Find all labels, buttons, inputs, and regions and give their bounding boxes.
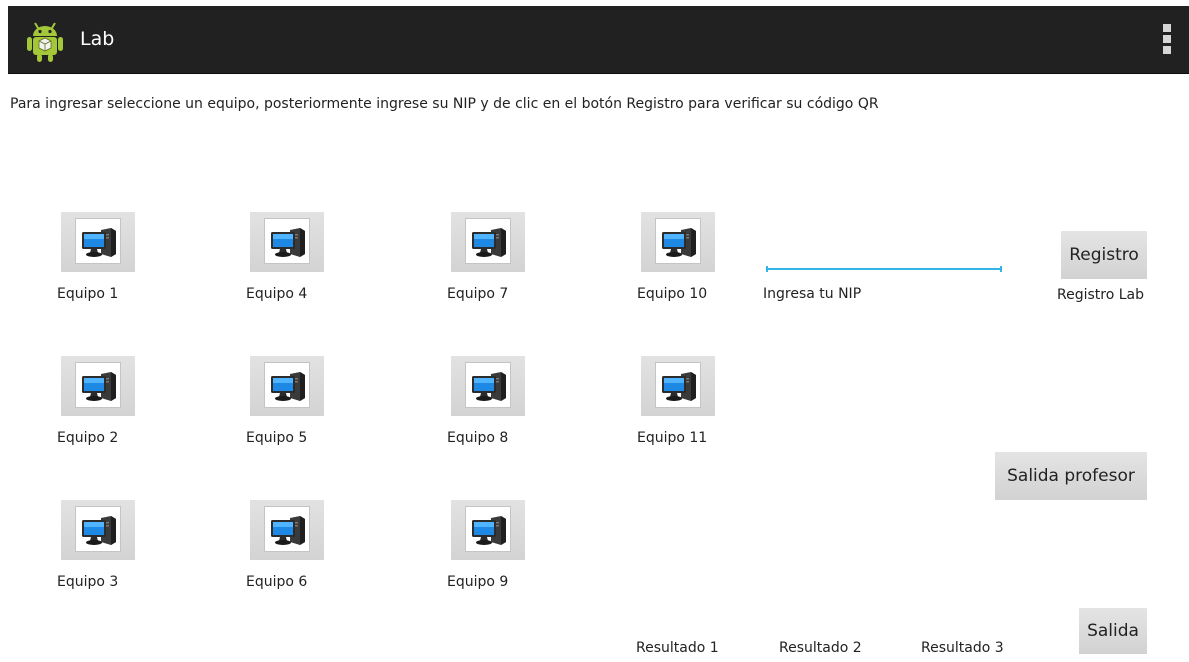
computer-icon — [269, 223, 307, 261]
salida-button[interactable]: Salida — [1079, 608, 1147, 654]
resultado-1-label: Resultado 1 — [636, 640, 719, 656]
computer-icon — [660, 367, 698, 405]
menu-dot — [1163, 46, 1171, 54]
computer-icon — [470, 367, 508, 405]
computer-icon — [470, 511, 508, 549]
equipo-5-label: Equipo 5 — [246, 430, 308, 446]
computer-icon — [269, 511, 307, 549]
android-robot-icon[interactable] — [22, 17, 68, 63]
equipo-11-button[interactable] — [641, 356, 715, 416]
registro-button[interactable]: Registro — [1061, 231, 1147, 279]
equipo-2-button[interactable] — [61, 356, 135, 416]
action-bar: Lab — [8, 6, 1189, 74]
equipo-8-button[interactable] — [451, 356, 525, 416]
computer-icon — [80, 367, 118, 405]
menu-dot — [1163, 35, 1171, 43]
resultado-2-label: Resultado 2 — [779, 640, 862, 656]
equipo-10-button[interactable] — [641, 212, 715, 272]
computer-icon — [269, 367, 307, 405]
equipo-7-label: Equipo 7 — [447, 286, 509, 302]
equipo-5-button[interactable] — [250, 356, 324, 416]
equipo-3-button[interactable] — [61, 500, 135, 560]
instructions-text: Para ingresar seleccione un equipo, post… — [10, 96, 879, 112]
equipo-1-label: Equipo 1 — [57, 286, 119, 302]
equipo-6-button[interactable] — [250, 500, 324, 560]
overflow-menu-icon[interactable] — [1161, 24, 1173, 56]
equipo-9-button[interactable] — [451, 500, 525, 560]
equipo-10-label: Equipo 10 — [637, 286, 708, 302]
equipo-3-label: Equipo 3 — [57, 574, 119, 590]
computer-icon — [660, 223, 698, 261]
equipo-4-button[interactable] — [250, 212, 324, 272]
equipo-4-label: Equipo 4 — [246, 286, 308, 302]
salida-profesor-button[interactable]: Salida profesor — [995, 452, 1147, 500]
equipo-9-label: Equipo 9 — [447, 574, 509, 590]
app-title: Lab — [80, 28, 115, 50]
computer-icon — [80, 511, 118, 549]
computer-icon — [80, 223, 118, 261]
equipo-1-button[interactable] — [61, 212, 135, 272]
resultado-3-label: Resultado 3 — [921, 640, 1004, 656]
registro-lab-label: Registro Lab — [1057, 287, 1145, 303]
equipo-11-label: Equipo 11 — [637, 430, 708, 446]
nip-input[interactable] — [766, 242, 1002, 270]
menu-dot — [1163, 24, 1171, 32]
computer-icon — [470, 223, 508, 261]
nip-label: Ingresa tu NIP — [763, 286, 862, 302]
equipo-6-label: Equipo 6 — [246, 574, 308, 590]
equipo-7-button[interactable] — [451, 212, 525, 272]
equipo-8-label: Equipo 8 — [447, 430, 509, 446]
equipo-2-label: Equipo 2 — [57, 430, 119, 446]
app-window: Lab Para ingresar seleccione un equipo, … — [8, 6, 1189, 662]
